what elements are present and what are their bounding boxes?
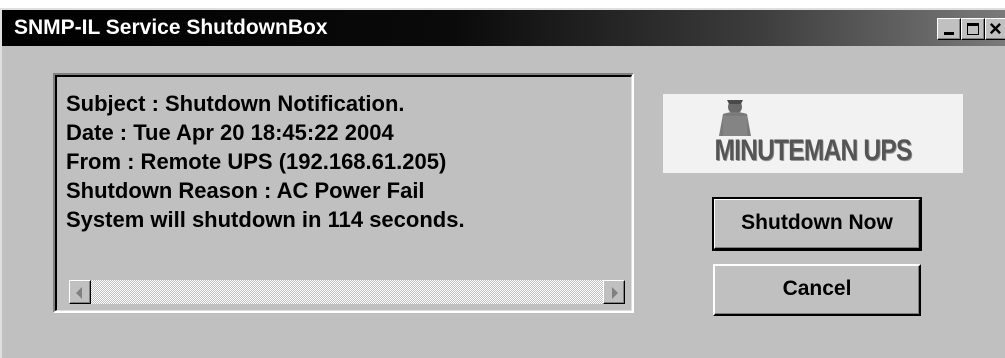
arrow-right-icon xyxy=(612,287,618,299)
close-icon: × xyxy=(989,16,1002,41)
window-title: SNMP-IL Service ShutdownBox xyxy=(14,16,328,39)
from-line: From : Remote UPS (192.168.61.205) xyxy=(66,149,447,174)
countdown-line: System will shutdown in 114 seconds. xyxy=(66,207,465,232)
arrow-left-icon xyxy=(76,287,82,299)
shutdown-dialog: SNMP-IL Service ShutdownBox × Subject : … xyxy=(0,8,1005,358)
cancel-button[interactable]: Cancel xyxy=(713,264,921,316)
subject-line: Subject : Shutdown Notification. xyxy=(66,91,405,116)
minimize-icon xyxy=(944,32,954,35)
maximize-icon xyxy=(967,23,979,35)
message-box: Subject : Shutdown Notification. Date : … xyxy=(53,73,634,313)
horizontal-scrollbar[interactable] xyxy=(69,280,625,304)
scroll-left-button[interactable] xyxy=(69,280,91,304)
date-line: Date : Tue Apr 20 18:45:22 2004 xyxy=(66,120,394,145)
close-button[interactable]: × xyxy=(985,18,1005,40)
logo-text: MINUTEMAN UPS xyxy=(714,134,912,167)
minimize-button[interactable] xyxy=(937,18,961,40)
minuteman-ups-logo: MINUTEMAN UPS xyxy=(663,94,963,173)
reason-line: Shutdown Reason : AC Power Fail xyxy=(66,178,425,203)
title-bar[interactable]: SNMP-IL Service ShutdownBox × xyxy=(2,10,1005,46)
shutdown-now-button[interactable]: Shutdown Now xyxy=(712,197,922,251)
maximize-button[interactable] xyxy=(961,18,985,40)
scroll-right-button[interactable] xyxy=(603,280,625,304)
message-box-frame: Subject : Shutdown Notification. Date : … xyxy=(55,75,632,311)
